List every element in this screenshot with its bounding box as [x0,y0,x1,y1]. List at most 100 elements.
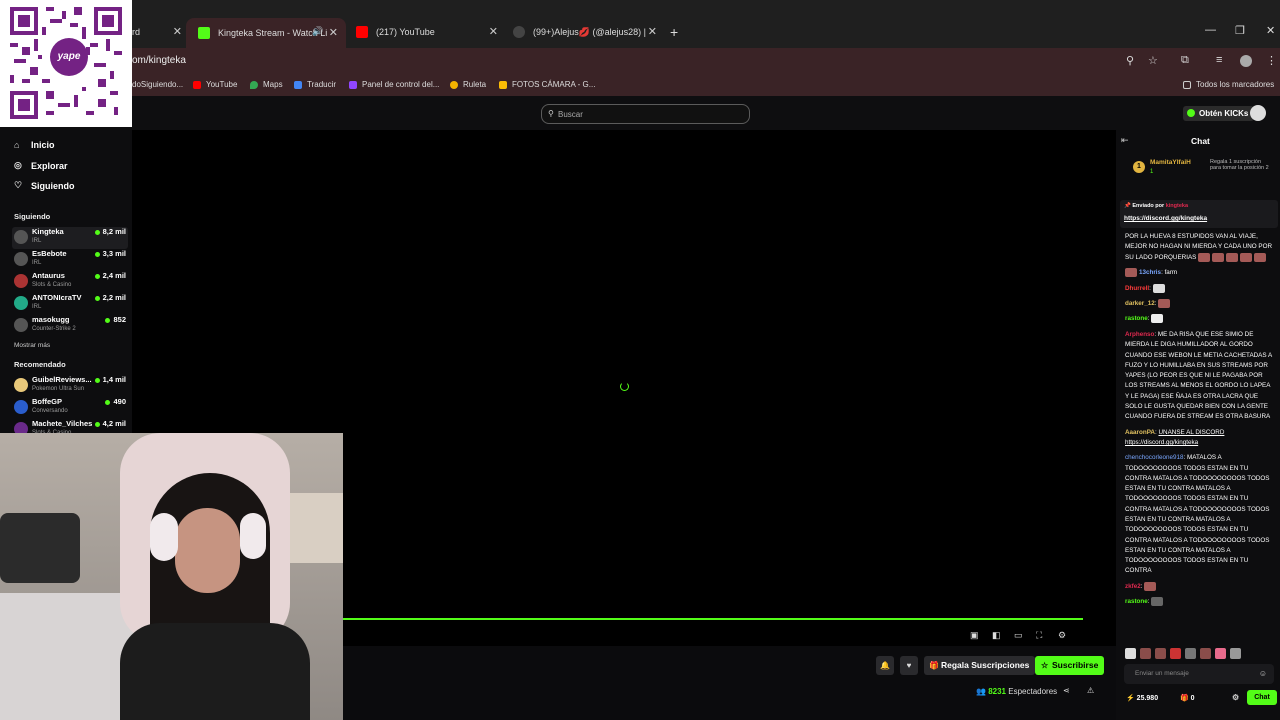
close-icon[interactable]: ✕ [329,26,338,39]
tab-label: (99+)Alejus💋 (@alejus28) | [533,26,646,37]
progress-bar[interactable] [342,618,1083,620]
emoji-picker-icon[interactable]: ☺ [1259,669,1267,678]
fullscreen-icon[interactable]: ⛶ [1036,630,1042,641]
chat-message: 13chris: farm [1125,268,1275,278]
send-chat-button[interactable]: Chat [1247,690,1277,705]
profile-icon[interactable] [1240,55,1252,67]
minimize-icon[interactable]: — [1205,24,1216,36]
emote-icon[interactable] [1125,648,1136,659]
emote-icon [1151,597,1164,607]
emote-icon [1158,299,1171,308]
channel-item-esbebote[interactable]: EsBebote IRL 3,3 mil [12,249,128,271]
bookmark-item[interactable]: Maps [250,80,283,89]
channel-name: EsBebote [32,249,67,258]
speaker-icon[interactable]: 🔊 [312,26,323,37]
emote-icon[interactable] [1215,648,1226,659]
message-username[interactable]: Arphenso [1125,331,1154,338]
chat-message: Arphenso: ME DA RISA QUE ESE SIMIO DE MI… [1125,330,1272,421]
nav-explorar[interactable]: ◎ Explorar [14,160,68,171]
wheel-icon [450,80,458,89]
emote-icon[interactable] [1230,648,1241,659]
pinned-sender: 📌 Enviado por kingteka [1124,203,1189,209]
emote-icon[interactable] [1140,648,1151,659]
channel-points[interactable]: 25.980 [1126,694,1158,702]
tab-tiktok[interactable]: (99+)Alejus💋 (@alejus28) | ✕ [513,20,657,44]
zoom-icon[interactable]: ⚲ [1126,54,1134,67]
new-tab-icon[interactable]: + [670,24,678,40]
theater-mode-icon[interactable]: ▭ [1014,630,1023,641]
channel-item-boffegp[interactable]: BoffeGP Conversando 490 [12,397,128,419]
chat-settings-icon[interactable]: ⚙ [1232,693,1239,702]
message-username[interactable]: rastone [1125,316,1148,323]
get-kicks-button[interactable]: Obtén KICKs [1183,106,1255,121]
bookmark-item[interactable]: Panel de control del... [349,80,439,89]
pinned-message[interactable]: 📌 Enviado por kingteka https://discord.g… [1120,200,1278,228]
channel-name: GuibelReviews... [32,375,92,384]
gift-counter[interactable]: 🎁 0 [1180,694,1195,702]
channel-item-kingteka[interactable]: Kingteka IRL 8,2 mil [12,227,128,249]
message-username[interactable]: zkfe2 [1125,583,1141,590]
extensions-icon[interactable]: ⧉ [1181,54,1189,67]
message-username[interactable]: chenchocorleone918 [1125,454,1183,461]
nav-siguiendo[interactable]: ♡ Siguiendo [14,180,75,191]
settings-gear-icon[interactable]: ⚙ [1058,630,1066,641]
emote-icon[interactable] [1200,648,1211,659]
follow-button[interactable]: ♥ [900,656,918,675]
channel-category: IRL [32,304,42,310]
channel-item-antonicratv[interactable]: ANTONIcraTV IRL 2,2 mil [12,293,128,315]
subscribe-button[interactable]: ☆ Suscribirse [1035,656,1105,675]
gift-subs-button[interactable]: 🎁 Regala Suscripciones [924,656,1036,675]
kicks-coin-icon [1187,109,1195,117]
channel-item-masokugg[interactable]: masokugg Counter-Strike 2 852 [12,315,128,337]
close-icon[interactable]: ✕ [489,25,498,38]
channel-item-guibelreviews[interactable]: GuibelReviews... Pokemon Ultra Sun 1,4 m… [12,375,128,397]
bookmark-star-icon[interactable]: ☆ [1148,54,1158,67]
user-avatar[interactable] [1250,105,1266,121]
media-control-icon[interactable]: ≡ [1216,54,1222,66]
bookmark-item[interactable]: FOTOS CÁMARA - G... [499,80,595,89]
pip-icon[interactable]: ◧ [992,630,1001,641]
emote-icon[interactable] [1185,648,1196,659]
share-icon[interactable]: ⋖ [1063,686,1070,695]
channel-item-antaurus[interactable]: Antaurus Slots & Casino 2,4 mil [12,271,128,293]
tab-youtube[interactable]: (217) YouTube ✕ [356,20,498,44]
viewer-count: 3,3 mil [95,249,126,258]
bookmark-item[interactable]: Traducir [294,80,336,89]
emote-icon[interactable] [1155,648,1166,659]
notification-bell-button[interactable]: 🔔 [876,656,894,675]
chat-header: ⇤ Chat [1116,130,1280,150]
pinned-link[interactable]: https://discord.gg/kingteka [1124,215,1207,222]
emote-icon[interactable] [1170,648,1181,659]
message-username[interactable]: rastone [1125,598,1148,605]
message-username[interactable]: 13chris [1139,269,1161,276]
search-input[interactable]: ⚲ Buscar [541,104,750,124]
bookmark-item[interactable]: doSiguiendo... [132,80,183,89]
gift-subs-label: Regala Suscripciones [941,660,1030,670]
maps-icon [250,80,258,89]
channel-category: Slots & Casino [32,282,72,288]
tab-1[interactable]: rd ✕ [132,20,182,44]
viewer-stats: 👥 8231 Espectadores [976,687,1057,696]
avatar [14,318,28,332]
bookmarks-bar: doSiguiendo... YouTube Maps Traducir Pan… [0,74,1280,96]
restore-icon[interactable]: ❐ [1235,24,1245,37]
all-bookmarks[interactable]: Todos los marcadores [1183,80,1274,89]
close-icon[interactable]: ✕ [648,25,657,38]
message-username[interactable]: AaaronPA [1125,429,1155,436]
report-icon[interactable]: ⚠ [1087,686,1094,695]
message-username[interactable]: darker_12 [1125,300,1155,307]
url-field[interactable]: om/kingteka [132,55,186,66]
bookmark-item[interactable]: YouTube [193,80,237,89]
show-more-link[interactable]: Mostrar más [14,342,50,349]
window-close-icon[interactable]: ✕ [1266,24,1275,37]
bookmark-item[interactable]: Ruleta [450,80,486,89]
message-username[interactable]: Dhurrell [1125,285,1149,292]
nav-inicio[interactable]: ⌂ Inicio [14,140,55,150]
collapse-chat-icon[interactable]: ⇤ [1121,135,1129,146]
menu-dots-icon[interactable]: ⋮ [1266,54,1277,67]
clip-icon[interactable]: ▣ [970,630,979,641]
tab-kingteka[interactable]: Kingteka Stream - Watch Li 🔊 ✕ [186,18,346,48]
star-icon: ☆ [1041,661,1049,670]
close-icon[interactable]: ✕ [173,25,182,38]
chat-input[interactable]: Enviar un mensaje ☺ [1124,664,1274,684]
